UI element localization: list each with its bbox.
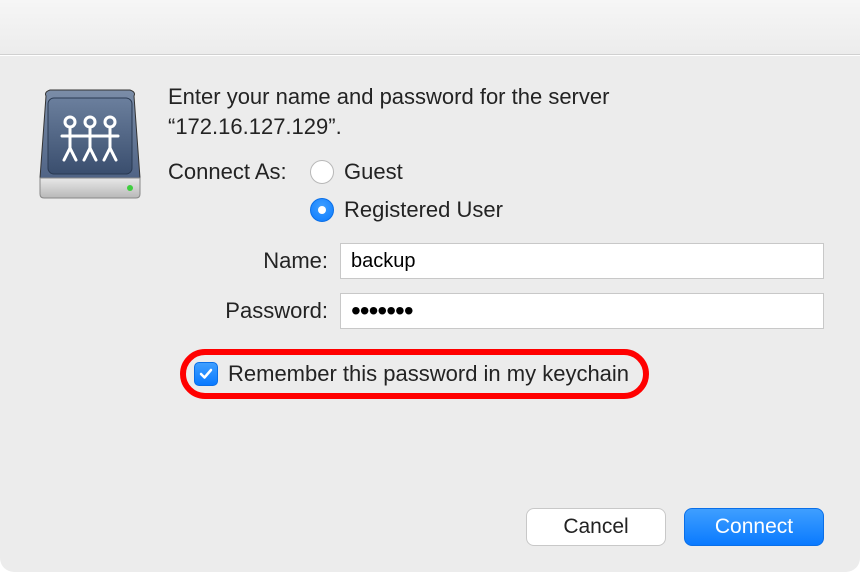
prompt-line1: Enter your name and password for the ser… (168, 84, 609, 109)
connect-button[interactable]: Connect (684, 508, 824, 546)
prompt-line2: “172.16.127.129”. (168, 114, 342, 139)
radio-registered-label: Registered User (344, 197, 503, 223)
remember-keychain-checkbox[interactable] (194, 362, 218, 386)
window-titlebar (0, 0, 860, 55)
check-icon (198, 366, 214, 382)
remember-keychain-highlight: Remember this password in my keychain (180, 349, 649, 399)
radio-guest[interactable]: Guest (310, 159, 503, 185)
connect-as-label: Connect As: (168, 159, 310, 185)
server-icon (36, 82, 162, 215)
radio-registered-user[interactable]: Registered User (310, 197, 503, 223)
name-input[interactable] (340, 243, 824, 279)
remember-keychain-label: Remember this password in my keychain (228, 361, 629, 387)
radio-guest-label: Guest (344, 159, 403, 185)
name-label: Name: (168, 248, 340, 274)
cancel-button[interactable]: Cancel (526, 508, 666, 546)
password-input[interactable] (340, 293, 824, 329)
radio-guest-indicator (310, 160, 334, 184)
prompt-text: Enter your name and password for the ser… (168, 82, 824, 141)
connect-to-server-dialog: Enter your name and password for the ser… (0, 55, 860, 572)
radio-registered-indicator (310, 198, 334, 222)
password-label: Password: (168, 298, 340, 324)
